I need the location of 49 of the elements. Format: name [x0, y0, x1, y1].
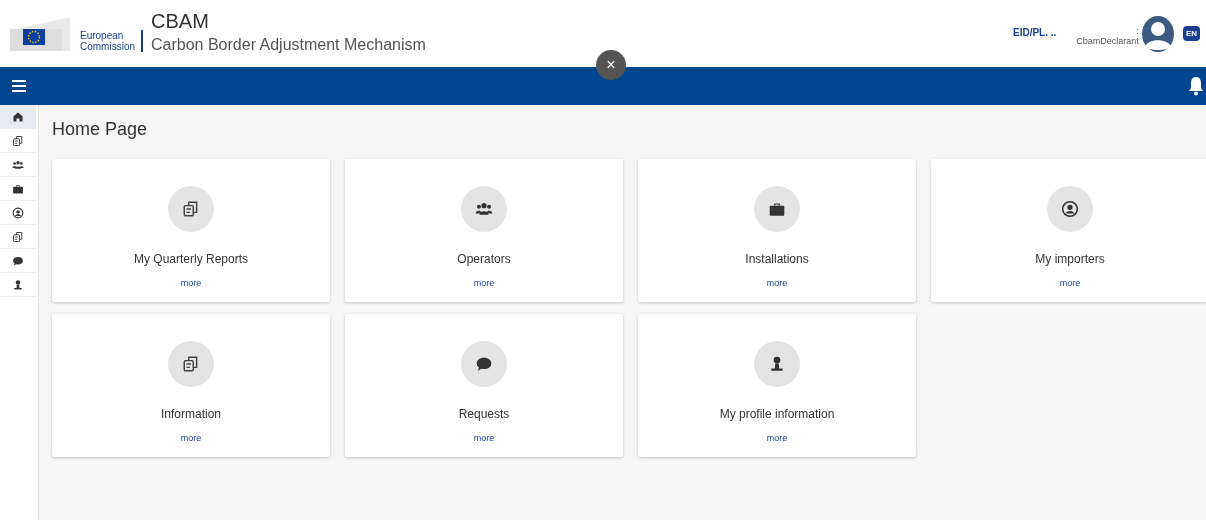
bell-icon[interactable] [1188, 76, 1204, 96]
documents-icon [182, 200, 200, 218]
app-subtitle: Carbon Border Adjustment Mechanism [151, 35, 426, 54]
card-title: Operators [457, 252, 511, 266]
user-id: EID/PL. .. [1013, 26, 1057, 38]
card-title: Installations [745, 252, 809, 266]
briefcase-icon [768, 200, 786, 218]
card[interactable]: My Quarterly Reports more [52, 159, 330, 302]
people-icon [12, 158, 24, 171]
person-icon [768, 355, 786, 373]
card[interactable]: Operators more [345, 159, 623, 302]
language-button[interactable]: EN [1182, 26, 1200, 41]
close-button[interactable]: × [596, 50, 626, 80]
more-link[interactable]: more [473, 278, 495, 288]
card[interactable]: Installations more [638, 159, 916, 302]
documents-icon [12, 134, 24, 147]
speech-bubble-icon [12, 254, 24, 267]
menu-icon[interactable] [12, 80, 26, 92]
briefcase-icon [12, 182, 24, 195]
documents-icon [182, 355, 200, 373]
more-link[interactable]: more [180, 433, 202, 443]
page-title: Home Page [52, 119, 149, 140]
card-title: My importers [1035, 252, 1105, 266]
app-title: CBAM [151, 9, 210, 33]
people-icon [475, 200, 493, 218]
more-link[interactable]: more [473, 433, 495, 443]
card[interactable]: Information more [52, 314, 330, 457]
person-icon [12, 278, 24, 291]
more-link[interactable]: more [766, 433, 788, 443]
card[interactable]: Requests more [345, 314, 623, 457]
more-link[interactable]: more [766, 278, 788, 288]
user-circle-icon [12, 206, 24, 219]
separator-text: : [1136, 25, 1139, 36]
card-title: Information [161, 407, 221, 421]
home-icon [12, 110, 24, 123]
card[interactable]: My profile information more [638, 314, 916, 457]
card[interactable]: My importers more [931, 159, 1206, 302]
card-title: My profile information [719, 407, 835, 421]
user-circle-icon [1061, 200, 1079, 218]
more-link[interactable]: more [180, 278, 202, 288]
documents-icon [12, 230, 24, 243]
user-role: CbamDeclarant [1076, 35, 1139, 46]
organization-name: European Commission [76, 29, 143, 52]
more-link[interactable]: more [1059, 278, 1081, 288]
sidebar-item[interactable] [0, 105, 36, 129]
avatar-icon[interactable] [1140, 14, 1175, 53]
card-title: My Quarterly Reports [134, 252, 248, 266]
speech-bubble-icon [475, 355, 493, 373]
card-title: Requests [458, 407, 510, 421]
